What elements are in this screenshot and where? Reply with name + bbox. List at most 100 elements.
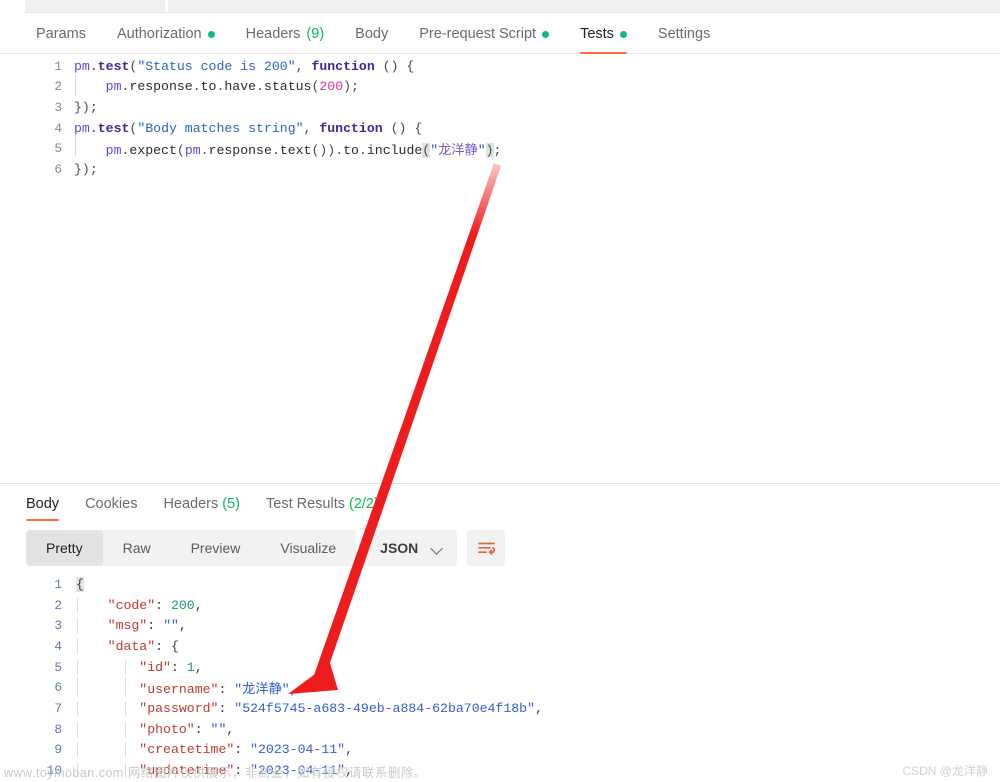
code-token: test [97,58,130,74]
json-token: , [345,742,353,758]
json-indent-guide [125,721,126,737]
request-tab-pre-request-script[interactable]: Pre-request Script [419,14,550,54]
request-tab-label: Headers [245,25,301,42]
code-token: }); [74,161,98,177]
code-token: ( [422,143,431,159]
response-tab-bar: Body Cookies Headers (5) Test Results (2/2) [0,486,1000,522]
json-line: 2 "code": 200, [28,595,1000,616]
chevron-down-icon [432,543,443,554]
code-token: }); [74,99,98,115]
json-token: : [155,597,171,613]
code-token: "Body matches string" [137,120,304,136]
json-indent-guide [77,721,78,737]
code-token: text [279,143,312,159]
code-token: . [89,120,98,136]
response-tab-cookies[interactable]: Cookies [85,487,137,521]
json-line: 3 "msg": "", [28,615,1000,636]
response-tab-body[interactable]: Body [26,487,60,521]
request-tab-headers[interactable]: Headers (9) [246,14,325,54]
json-line-text: "password": "524f5745-a683-49eb-a884-62b… [76,700,543,716]
code-token: "Status code is 200" [137,58,296,74]
json-token: "2023-04-11" [250,742,346,758]
json-token: "data" [76,638,156,654]
status-dot-icon [207,30,215,38]
request-tab-settings[interactable]: Settings [658,14,710,54]
json-line-number: 3 [54,618,62,634]
response-tab-count: (2/2) [348,496,379,512]
json-line-text: { [76,576,84,592]
active-tab-indicator [26,519,60,521]
code-token: pm [74,58,90,74]
code-line-text: pm.expect(pm.response.text()).to.include… [74,135,502,159]
json-line-number: 9 [54,742,62,758]
json-token: , [178,618,187,634]
response-format-bar: Pretty Raw Preview Visualize JSON [26,530,506,566]
json-line-text: "username": "龙洋静", [76,678,298,698]
code-line: 5 pm.expect(pm.response.text()).to.inclu… [28,135,1000,159]
json-token: 1 [186,659,195,675]
code-token: ()) [311,143,336,159]
json-line-text: "photo": "", [76,721,235,737]
json-line: 9 "createtime": "2023-04-11", [28,740,1000,761]
json-line-number: 4 [54,638,62,654]
json-token: "龙洋静" [234,682,290,698]
response-view-pretty[interactable]: Pretty [26,530,103,566]
response-tab-test-results[interactable]: Test Results (2/2) [266,487,379,521]
json-token: "photo" [76,721,195,737]
json-line-number: 8 [54,721,62,737]
code-line-number: 6 [54,161,62,177]
code-line-text: }); [74,100,98,115]
json-line-text: "createtime": "2023-04-11", [76,742,353,758]
json-line: 7 "password": "524f5745-a683-49eb-a884-6… [28,698,1000,719]
code-token: status [263,79,312,95]
response-tab-label: Cookies [85,496,138,512]
response-view-visualize[interactable]: Visualize [260,530,356,566]
word-wrap-button[interactable] [467,530,506,566]
code-token: expect [129,143,177,159]
json-token: , [289,682,298,698]
response-tab-headers[interactable]: Headers (5) [163,487,240,521]
request-tab-authorization[interactable]: Authorization [117,14,215,54]
tab-strip-divider [25,12,1000,13]
response-view-raw[interactable]: Raw [103,530,171,566]
response-format-select[interactable]: JSON [366,530,458,566]
json-indent-guide [77,659,78,675]
request-tab-tests[interactable]: Tests [580,14,627,54]
json-line-number: 6 [54,680,62,696]
response-tab-label: Headers [163,496,219,512]
word-wrap-icon [477,542,495,555]
response-view-preview[interactable]: Preview [171,530,261,566]
code-line: 6}); [28,159,1000,180]
code-token: ; [493,143,502,159]
json-line-number: 7 [54,700,62,716]
code-line: 3}); [28,97,1000,118]
code-token: , [303,120,320,136]
response-format-select-label: JSON [380,540,419,556]
json-indent-guide [125,659,126,675]
code-line: 4 pm.test("Body matches string", function… [28,118,1000,139]
json-line-text: "msg": "", [76,618,187,634]
json-line-number: 2 [54,597,62,613]
json-indent-guide [125,742,126,758]
tests-script-editor[interactable]: 1 pm.test("Status code is 200", function … [28,56,1000,480]
request-tab-label: Params [36,25,86,42]
code-token: pm [74,120,90,136]
json-token: 200 [170,597,195,613]
json-token: : [155,638,171,654]
request-tab-label: Pre-request Script [419,25,537,42]
code-token: . [335,143,344,159]
json-token: , [226,721,235,737]
code-token: . [256,79,264,95]
code-token: pm [74,143,122,159]
active-tab-indicator [580,52,627,54]
request-tab-params[interactable]: Params [36,14,86,54]
response-body-json[interactable]: 1{2 "code": 200, 3 "msg": "", 4 "data": {5… [28,574,1000,782]
code-line-text: pm.test("Body matches string", function … [74,121,422,136]
json-line: 4 "data": { [28,636,1000,657]
request-tab-label: Body [355,25,389,42]
json-indent-guide [125,700,126,716]
json-line-text: "code": 200, [76,597,203,613]
request-tab-body[interactable]: Body [355,14,388,54]
json-token: , [535,700,543,716]
code-token: ) [485,143,494,159]
